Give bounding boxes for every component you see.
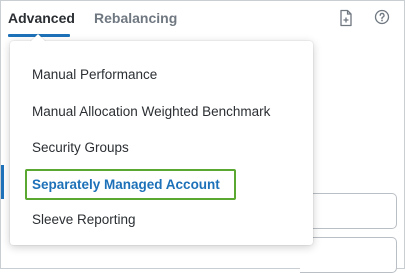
background-input-field[interactable] (300, 237, 397, 273)
menu-pointer (30, 34, 46, 42)
menu-item-manual-allocation-weighted-benchmark[interactable]: Manual Allocation Weighted Benchmark (32, 104, 270, 119)
callout-highlight-box (25, 169, 236, 200)
menu-item-manual-performance[interactable]: Manual Performance (32, 67, 157, 82)
selected-item-indicator (1, 165, 4, 199)
menu-item-sleeve-reporting[interactable]: Sleeve Reporting (32, 212, 136, 227)
tab-rebalancing[interactable]: Rebalancing (94, 10, 177, 26)
menu-item-security-groups[interactable]: Security Groups (32, 140, 129, 155)
tab-advanced[interactable]: Advanced (8, 10, 75, 26)
background-input-field[interactable] (300, 193, 397, 229)
help-circle-icon[interactable] (374, 9, 390, 25)
add-document-icon[interactable] (338, 9, 354, 27)
